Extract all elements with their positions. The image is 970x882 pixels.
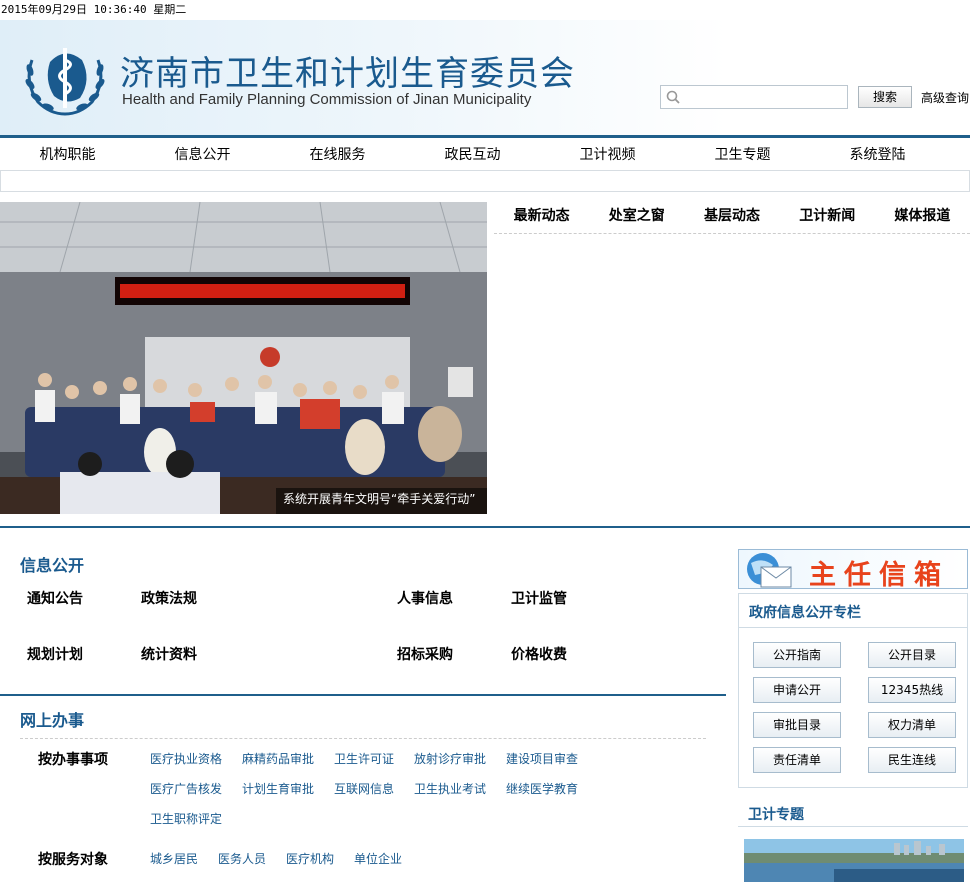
- service-link[interactable]: 放射诊疗审批: [414, 750, 486, 767]
- target-link[interactable]: 单位企业: [354, 850, 402, 867]
- gov-btn-catalog[interactable]: 公开目录: [868, 642, 956, 668]
- search-button[interactable]: 搜索: [858, 86, 912, 108]
- target-link[interactable]: 医疗机构: [286, 850, 334, 867]
- tab-grassroots-news[interactable]: 基层动态: [684, 202, 779, 233]
- banner-caption[interactable]: 系统开展青年文明号“牵手关爱行动”: [276, 488, 487, 514]
- service-link[interactable]: 计划生育审批: [242, 780, 314, 797]
- service-link[interactable]: 卫生职称评定: [150, 810, 222, 827]
- online-services-title: 网上办事: [20, 711, 85, 730]
- info-link-notices[interactable]: 通知公告: [27, 588, 83, 608]
- info-link-personnel[interactable]: 人事信息: [397, 588, 453, 608]
- gov-btn-guide[interactable]: 公开指南: [753, 642, 841, 668]
- topics-title: 卫计专题: [748, 807, 804, 823]
- by-item-label: 按办事事项: [38, 752, 108, 768]
- gov-btn-responsibility-list[interactable]: 责任清单: [753, 747, 841, 773]
- news-banner-photo[interactable]: [0, 202, 487, 514]
- envelope-globe-icon: [747, 553, 792, 588]
- service-link[interactable]: 卫生许可证: [334, 750, 394, 767]
- service-link[interactable]: 互联网信息: [334, 780, 394, 797]
- gov-btn-hotline[interactable]: 12345热线: [868, 677, 956, 703]
- topics-divider: [738, 826, 968, 827]
- nav-item-login[interactable]: 系统登陆: [810, 140, 945, 170]
- gov-btn-apply[interactable]: 申请公开: [753, 677, 841, 703]
- nav-item-info[interactable]: 信息公开: [135, 140, 270, 170]
- site-title-cn: 济南市卫生和计划生育委员会: [120, 54, 575, 94]
- news-tabs: 最新动态 处室之窗 基层动态 卫计新闻 媒体报道: [494, 202, 970, 234]
- section-divider: [0, 526, 970, 528]
- nav-item-online[interactable]: 在线服务: [270, 140, 405, 170]
- dashed-divider: [20, 738, 706, 739]
- info-link-pricing[interactable]: 价格收费: [511, 644, 567, 664]
- info-link-supervision[interactable]: 卫计监管: [511, 588, 567, 608]
- site-header: 济南市卫生和计划生育委员会 Health and Family Planning…: [0, 20, 970, 138]
- advanced-search-link[interactable]: 高级查询: [921, 89, 969, 106]
- datetime-text: 2015年09月29日 10:36:40 星期二: [1, 3, 187, 16]
- mailbox-label: 主任信箱: [809, 560, 949, 591]
- scrolling-notice-bar: [0, 170, 970, 192]
- gov-btn-approval-catalog[interactable]: 审批目录: [753, 712, 841, 738]
- section-divider-online: [0, 694, 726, 696]
- search-icon: [666, 90, 680, 104]
- director-mailbox-banner[interactable]: 主任信箱: [738, 549, 968, 591]
- service-link[interactable]: 继续医学教育: [506, 780, 578, 797]
- info-disclosure-title: 信息公开: [20, 556, 85, 575]
- search-input[interactable]: [660, 85, 848, 109]
- tab-media-reports[interactable]: 媒体报道: [875, 202, 970, 233]
- health-emblem-logo: [25, 48, 105, 116]
- datetime-bar: 2015年09月29日 10:36:40 星期二: [0, 0, 970, 20]
- gov-panel-title: 政府信息公开专栏: [749, 605, 861, 621]
- group-photo-image: [0, 202, 487, 514]
- city-lake-image: [744, 839, 964, 882]
- info-link-procurement[interactable]: 招标采购: [397, 644, 453, 664]
- nav-item-interact[interactable]: 政民互动: [405, 140, 540, 170]
- main-nav: 机构职能 信息公开 在线服务 政民互动 卫计视频 卫生专题 系统登陆: [0, 140, 970, 170]
- nav-item-topics[interactable]: 卫生专题: [675, 140, 810, 170]
- gov-info-panel: 政府信息公开专栏 公开指南 公开目录 申请公开 12345热线 审批目录 权力清…: [738, 593, 968, 788]
- tab-latest-news[interactable]: 最新动态: [494, 202, 589, 233]
- nav-item-org[interactable]: 机构职能: [0, 140, 135, 170]
- nav-item-video[interactable]: 卫计视频: [540, 140, 675, 170]
- site-title-en: Health and Family Planning Commission of…: [122, 91, 532, 108]
- service-link[interactable]: 卫生执业考试: [414, 780, 486, 797]
- target-link[interactable]: 城乡居民: [150, 850, 198, 867]
- service-link[interactable]: 建设项目审查: [506, 750, 578, 767]
- gov-btn-livelihood[interactable]: 民生连线: [868, 747, 956, 773]
- info-link-policies[interactable]: 政策法规: [141, 588, 197, 608]
- topic-banner-image[interactable]: [744, 839, 964, 882]
- info-link-statistics[interactable]: 统计资料: [141, 644, 197, 664]
- by-target-label: 按服务对象: [38, 852, 108, 868]
- service-link[interactable]: 医疗执业资格: [150, 750, 222, 767]
- target-link[interactable]: 医务人员: [218, 850, 266, 867]
- tab-health-news[interactable]: 卫计新闻: [780, 202, 875, 233]
- panel-divider: [739, 627, 967, 628]
- service-link[interactable]: 麻精药品审批: [242, 750, 314, 767]
- info-link-planning[interactable]: 规划计划: [27, 644, 83, 664]
- gov-btn-power-list[interactable]: 权力清单: [868, 712, 956, 738]
- service-link[interactable]: 医疗广告核发: [150, 780, 222, 797]
- tab-department-window[interactable]: 处室之窗: [589, 202, 684, 233]
